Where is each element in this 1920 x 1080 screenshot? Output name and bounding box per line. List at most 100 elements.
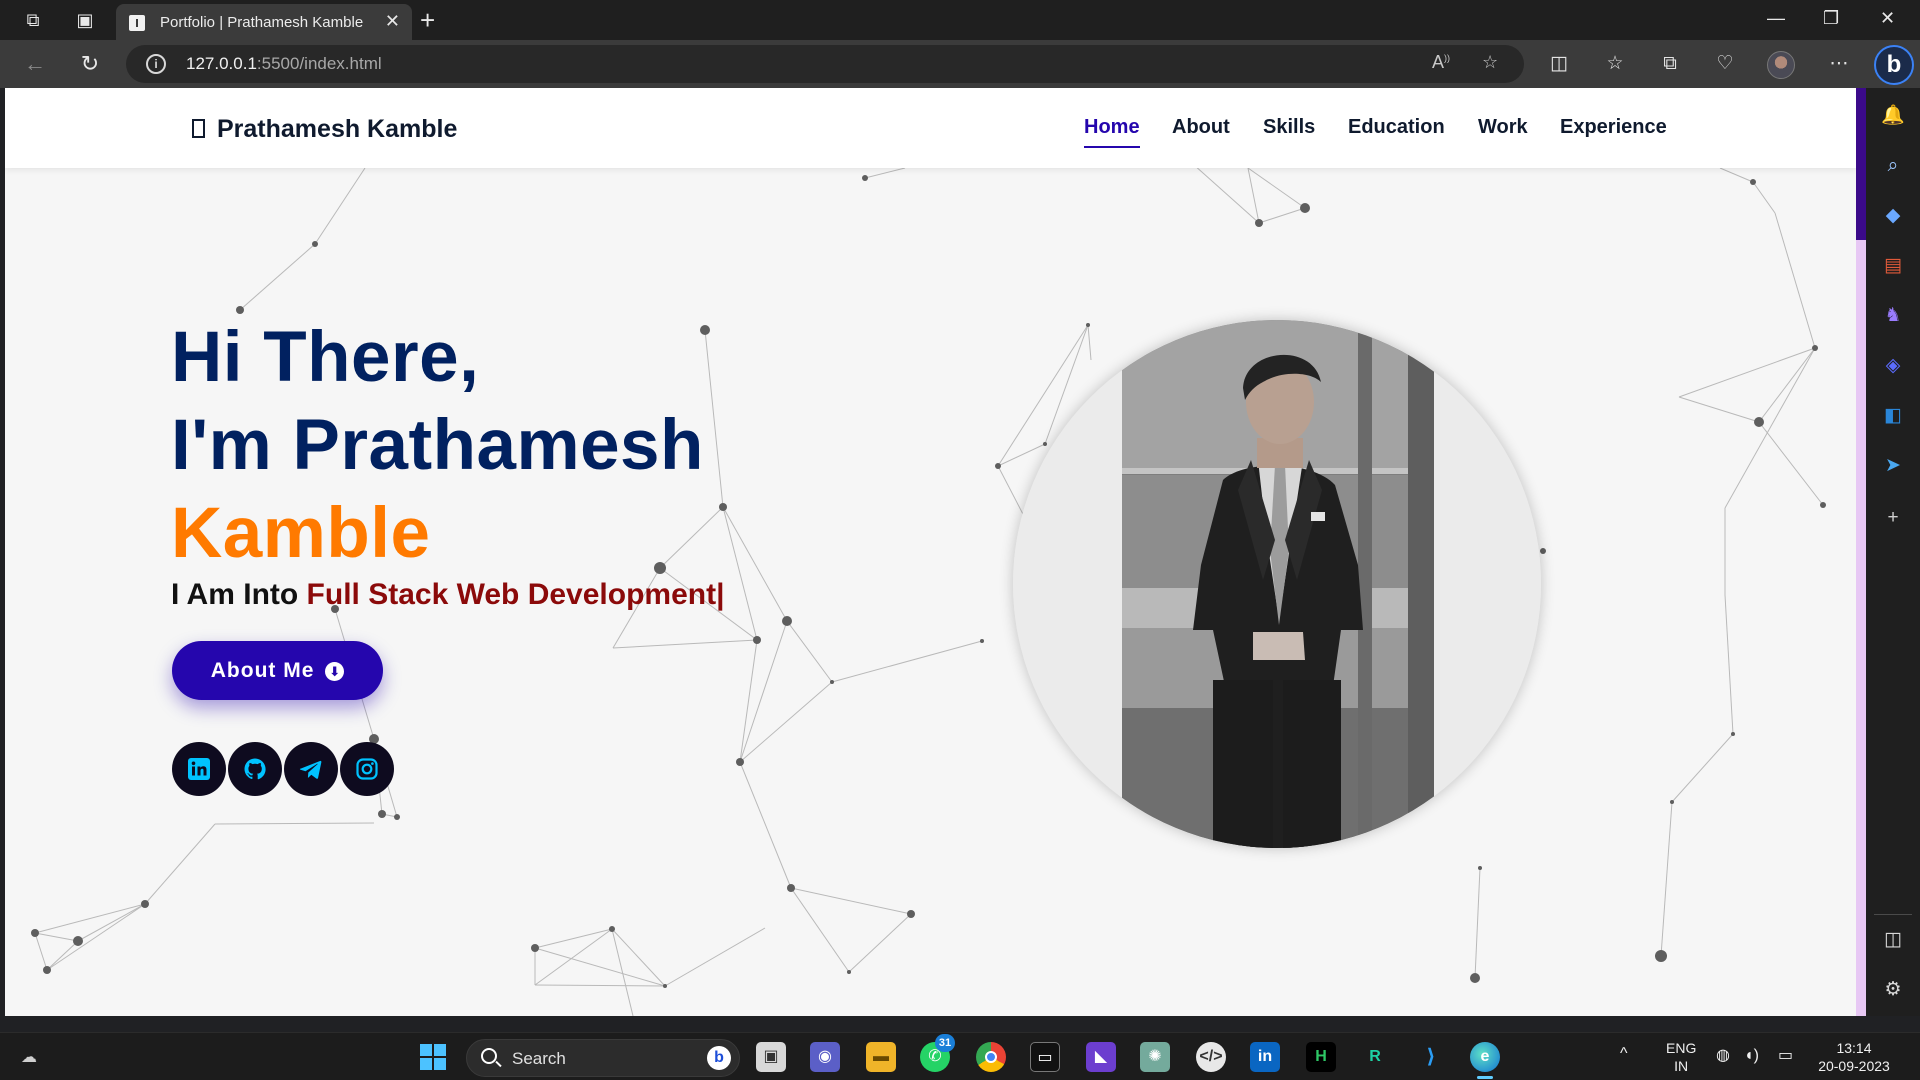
tab-actions-icon[interactable]: ▣ [72,8,98,32]
favorite-star-icon[interactable]: ☆ [1482,52,1498,73]
shopping-tag-icon[interactable]: ◆ [1881,204,1905,228]
nav-work[interactable]: Work [1478,116,1528,146]
task-view-icon[interactable]: ▣ [756,1042,786,1072]
games-icon[interactable]: ♞ [1881,304,1905,328]
language-code: ENG [1666,1040,1697,1056]
nav-experience[interactable]: Experience [1560,116,1667,146]
typed-text: Full Stack Web Development| [306,578,725,611]
region-code: IN [1674,1058,1689,1074]
telegram-button[interactable] [284,742,338,796]
network-icon[interactable]: ◍ [1716,1047,1730,1065]
workspaces-icon[interactable]: ⧉ [20,8,46,32]
tab-title: Portfolio | Prathamesh Kamble [160,14,364,31]
language-indicator[interactable]: ENG IN [1666,1039,1696,1075]
refresh-icon[interactable]: ↻ [75,50,105,78]
more-options-icon[interactable]: ⋯ [1824,50,1854,78]
about-me-label: About Me [210,659,315,682]
edge-browser-icon[interactable]: e [1470,1042,1500,1072]
visual-studio-icon[interactable]: ◣ [1086,1042,1116,1072]
weather-widget-icon[interactable]: ☁ [14,1043,44,1073]
replit-icon[interactable]: R [1360,1042,1390,1072]
page-viewport: Prathamesh Kamble Home About Skills Educ… [5,88,1856,1016]
url-host: 127.0.0.1 [186,54,257,73]
start-button-icon[interactable] [418,1042,448,1072]
linkedin-icon [188,758,210,780]
instagram-button[interactable] [340,742,394,796]
sidebar-search-icon[interactable]: ⌕ [1881,154,1905,178]
hero-intro-name: I'm Prathamesh [171,406,704,485]
terminal-icon[interactable]: ▭ [1030,1042,1060,1072]
chrome-icon[interactable] [976,1042,1006,1072]
notification-bell-icon[interactable]: 🔔 [1881,104,1905,128]
battery-icon[interactable]: ▭ [1778,1047,1793,1065]
hero-heading: Hi There, I'm Prathamesh Kamble [171,314,704,578]
read-aloud-icon[interactable]: A)) [1432,52,1450,73]
arrow-down-circle-icon: ⬇ [325,662,345,681]
edge-active-indicator [1477,1076,1493,1079]
add-sidebar-app-icon[interactable]: + [1881,506,1905,530]
taskbar-search-box[interactable]: Search b [466,1039,740,1077]
page-scrollbar[interactable] [1856,88,1866,1016]
browser-tab-bar: ⧉ ▣ Portfolio | Prathamesh Kamble ✕ + — … [0,0,1920,40]
hero-greeting: Hi There, [171,318,480,397]
profile-portrait-image [1013,320,1541,848]
nav-skills[interactable]: Skills [1263,116,1315,146]
instagram-icon [356,758,378,780]
sidebar-divider [1874,914,1912,915]
minimize-window-icon[interactable]: — [1767,8,1785,29]
address-bar[interactable]: i 127.0.0.1:5500/index.html A)) ☆ [126,45,1524,83]
show-hidden-icons-icon[interactable]: ^ [1620,1045,1628,1063]
drop-send-icon[interactable]: ➤ [1881,454,1905,478]
nav-home[interactable]: Home [1084,116,1140,148]
site-info-icon[interactable]: i [146,54,166,74]
github-button[interactable] [228,742,282,796]
file-explorer-icon[interactable]: ▬ [866,1042,896,1072]
site-header: Prathamesh Kamble Home About Skills Educ… [5,88,1856,168]
url-text[interactable]: 127.0.0.1:5500/index.html [186,54,382,74]
restore-window-icon[interactable]: ❐ [1823,8,1839,29]
linkedin-app-icon[interactable]: in [1250,1042,1280,1072]
scrollbar-thumb[interactable] [1856,88,1866,240]
nav-about[interactable]: About [1172,116,1230,146]
clock-date: 20-09-2023 [1818,1058,1890,1074]
vscode-icon[interactable]: ⟩ [1416,1042,1446,1072]
github-icon [244,758,266,780]
dev-tools-icon[interactable]: </> [1196,1042,1226,1072]
linkedin-button[interactable] [172,742,226,796]
about-me-button[interactable]: About Me ⬇ [172,641,383,700]
main-navigation: Home About Skills Education Work Experie… [5,116,1856,156]
teams-chat-icon[interactable]: ◉ [810,1042,840,1072]
chatgpt-icon[interactable]: ✺ [1140,1042,1170,1072]
typed-tagline: I Am Into Full Stack Web Development| [171,578,724,612]
clock[interactable]: 13:14 20-09-2023 [1810,1039,1898,1075]
favorites-icon[interactable]: ☆ [1600,50,1630,78]
collections-icon[interactable]: ⧉ [1655,50,1685,78]
browser-tab-active[interactable]: Portfolio | Prathamesh Kamble ✕ [116,4,412,40]
social-links [172,742,472,796]
close-tab-icon[interactable]: ✕ [385,11,400,32]
browser-toolbar: ← ↻ i 127.0.0.1:5500/index.html A)) ☆ ◫ … [0,40,1920,88]
hero-surname: Kamble [171,494,431,573]
clock-time: 13:14 [1836,1040,1872,1056]
windows-taskbar: ☁ Search b ▣ ◉ ▬ ✆ 31 ▭ ◣ ✺ </> in H R ⟩… [0,1032,1920,1080]
bing-copilot-icon[interactable]: b [1874,45,1914,85]
copilot-icon[interactable]: ◈ [1881,354,1905,378]
hide-sidebar-icon[interactable]: ◫ [1881,928,1905,952]
page-favicon-icon [129,15,145,31]
new-tab-icon[interactable]: + [420,6,435,34]
tools-icon[interactable]: ▤ [1881,254,1905,278]
edge-sidebar: 🔔 ⌕ ◆ ▤ ♞ ◈ ◧ ➤ + ◫ ⚙ [1866,88,1920,1016]
search-bing-icon: b [707,1046,731,1070]
browser-essentials-icon[interactable]: ♡ [1710,50,1740,78]
hackerrank-icon[interactable]: H [1306,1042,1336,1072]
outlook-icon[interactable]: ◧ [1881,404,1905,428]
profile-avatar[interactable] [1767,51,1795,79]
close-window-icon[interactable]: ✕ [1880,8,1895,29]
back-icon[interactable]: ← [20,50,50,78]
nav-education[interactable]: Education [1348,116,1445,146]
sidebar-settings-icon[interactable]: ⚙ [1881,978,1905,1002]
tagline-prefix: I Am Into [171,578,307,611]
volume-icon[interactable]: ◖) [1744,1047,1759,1065]
telegram-icon [299,760,322,779]
split-screen-icon[interactable]: ◫ [1544,50,1574,78]
